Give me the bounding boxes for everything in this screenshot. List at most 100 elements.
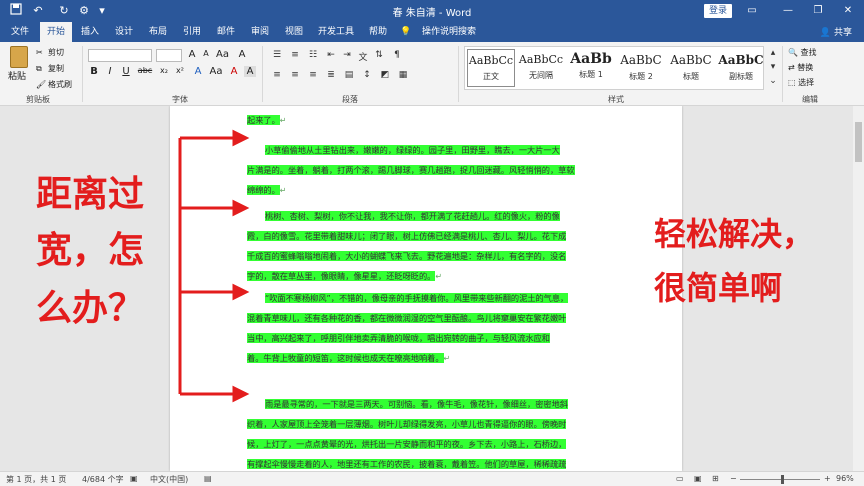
select-button[interactable]: ⬚ 选择 — [788, 77, 814, 88]
style-preview: AaBbC — [718, 53, 764, 67]
document-area: 起来了。↵ 小草偷偷地从土里钻出来，嫩嫩的，绿绿的。园子里，田野里，瞧去，一大片… — [0, 106, 864, 471]
paste-button[interactable]: 粘贴 — [8, 69, 26, 82]
align-center-icon[interactable]: ≡ — [288, 70, 302, 80]
bullets-icon[interactable]: ☰ — [270, 50, 284, 60]
tab-references[interactable]: 引用 — [178, 22, 206, 42]
highlight-button[interactable]: Aa — [208, 66, 224, 77]
annotation-right-line: 很简单啊 — [654, 269, 783, 307]
cut-button[interactable]: ✂ 剪切 — [36, 47, 64, 58]
ribbon-home: 粘贴 ✂ 剪切 ⧉ 复制 🖌 格式刷 剪贴板 A A Aa A B I U abc x… — [0, 42, 864, 106]
proofing-icon[interactable]: ▣ — [130, 474, 138, 483]
tell-me-search[interactable]: 操作说明搜索 — [416, 22, 482, 42]
minimize-icon[interactable]: — — [778, 3, 798, 19]
language-indicator[interactable]: 中文(中国) — [150, 474, 188, 485]
strikethrough-button[interactable]: abc — [136, 66, 154, 75]
character-shading-button[interactable]: A — [244, 66, 256, 77]
font-color-button[interactable]: A — [228, 66, 240, 77]
login-button[interactable]: 登录 — [704, 4, 732, 18]
zoom-in-icon[interactable]: + — [824, 474, 831, 483]
separator — [782, 46, 783, 102]
zoom-slider-thumb[interactable] — [781, 475, 785, 484]
replace-button[interactable]: ⇄ 替换 — [788, 62, 813, 73]
shading-icon[interactable]: ◩ — [378, 70, 392, 80]
tab-layout[interactable]: 布局 — [144, 22, 172, 42]
tab-developer[interactable]: 开发工具 — [314, 22, 358, 42]
align-left-icon[interactable]: ≡ — [270, 70, 284, 80]
copy-icon: ⧉ — [36, 63, 42, 73]
decrease-indent-icon[interactable]: ⇤ — [324, 50, 338, 60]
sort-icon[interactable]: ⇅ — [372, 50, 386, 60]
copy-button[interactable]: ⧉ 复制 — [36, 63, 64, 74]
change-case-icon[interactable]: Aa — [216, 49, 229, 60]
user-icon: 👤 — [819, 28, 832, 38]
scrollbar-thumb[interactable] — [855, 122, 862, 162]
zoom-out-icon[interactable]: − — [730, 474, 737, 483]
word-count[interactable]: 4/684 个字 — [82, 474, 124, 485]
numbering-icon[interactable]: ≡ — [288, 50, 302, 60]
tab-file[interactable]: 文件 — [6, 22, 34, 42]
styles-scroll-up-icon[interactable]: ▴ — [766, 48, 780, 58]
read-mode-icon[interactable]: ▭ — [676, 474, 684, 483]
find-button[interactable]: 🔍 查找 — [788, 47, 817, 58]
close-icon[interactable]: ✕ — [838, 3, 858, 19]
macro-icon[interactable]: ▤ — [204, 474, 212, 483]
show-marks-icon[interactable]: ¶ — [390, 50, 404, 60]
style-preview: AaBbCc — [468, 54, 514, 67]
maximize-icon[interactable]: ❐ — [808, 3, 828, 19]
separator — [82, 46, 83, 102]
format-painter-button[interactable]: 🖌 格式刷 — [36, 79, 72, 90]
clear-format-icon[interactable]: A — [236, 49, 248, 60]
brush-icon: 🖌 — [36, 79, 47, 89]
style-heading-1[interactable]: AaBb 标题 1 — [567, 49, 615, 87]
bold-button[interactable]: B — [88, 66, 100, 77]
separator — [262, 46, 263, 102]
scissors-icon: ✂ — [36, 47, 43, 57]
subscript-button[interactable]: x₂ — [158, 66, 170, 75]
style-preview: AaBbC — [670, 53, 712, 67]
ribbon-display-icon[interactable]: ▭ — [742, 3, 762, 19]
chinese-layout-icon[interactable]: 文 — [356, 50, 370, 63]
replace-label: 替换 — [797, 63, 814, 72]
increase-indent-icon[interactable]: ⇥ — [340, 50, 354, 60]
justify-icon[interactable]: ≣ — [324, 70, 338, 80]
distributed-icon[interactable]: ▤ — [342, 70, 356, 80]
grow-font-icon[interactable]: A — [186, 49, 198, 60]
format-painter-label: 格式刷 — [48, 80, 72, 89]
style-heading-2[interactable]: AaBbC 标题 2 — [617, 49, 665, 87]
tab-home[interactable]: 开始 — [40, 22, 72, 42]
styles-group-label: 样式 — [608, 95, 624, 104]
line-spacing-icon[interactable]: ↕ — [360, 70, 374, 80]
tab-help[interactable]: 帮助 — [364, 22, 392, 42]
print-layout-icon[interactable]: ▣ — [694, 474, 702, 483]
zoom-slider[interactable] — [740, 479, 820, 480]
style-normal[interactable]: AaBbCc 正文 — [467, 49, 515, 87]
share-button[interactable]: 👤 共享 — [820, 25, 852, 38]
paste-icon[interactable] — [10, 46, 28, 68]
tab-review[interactable]: 审阅 — [246, 22, 274, 42]
style-title[interactable]: AaBbC 标题 — [667, 49, 715, 87]
style-subtitle[interactable]: AaBbC 副标题 — [717, 49, 765, 87]
tab-view[interactable]: 视图 — [280, 22, 308, 42]
tab-design[interactable]: 设计 — [110, 22, 138, 42]
tab-mailings[interactable]: 邮件 — [212, 22, 240, 42]
style-no-spacing[interactable]: AaBbCc 无间隔 — [517, 49, 565, 87]
multilevel-list-icon[interactable]: ☷ — [306, 50, 320, 60]
page-count[interactable]: 第 1 页，共 1 页 — [6, 474, 66, 485]
window-title: 春 朱自清 - Word — [392, 8, 472, 19]
superscript-button[interactable]: x² — [174, 66, 186, 75]
text-effects-button[interactable]: A — [192, 66, 204, 77]
underline-button[interactable]: U — [120, 66, 132, 77]
styles-more-icon[interactable]: ⌄ — [766, 76, 780, 86]
font-name-combo[interactable] — [88, 49, 152, 62]
borders-icon[interactable]: ▦ — [396, 70, 410, 80]
font-group-label: 字体 — [172, 95, 188, 104]
zoom-level[interactable]: 96% — [836, 474, 854, 483]
align-right-icon[interactable]: ≡ — [306, 70, 320, 80]
style-name: 标题 — [683, 72, 699, 81]
styles-scroll-down-icon[interactable]: ▾ — [766, 62, 780, 72]
font-size-combo[interactable] — [156, 49, 182, 62]
tab-insert[interactable]: 插入 — [76, 22, 104, 42]
italic-button[interactable]: I — [104, 66, 116, 77]
web-layout-icon[interactable]: ⊞ — [712, 474, 719, 483]
shrink-font-icon[interactable]: A — [200, 49, 212, 58]
